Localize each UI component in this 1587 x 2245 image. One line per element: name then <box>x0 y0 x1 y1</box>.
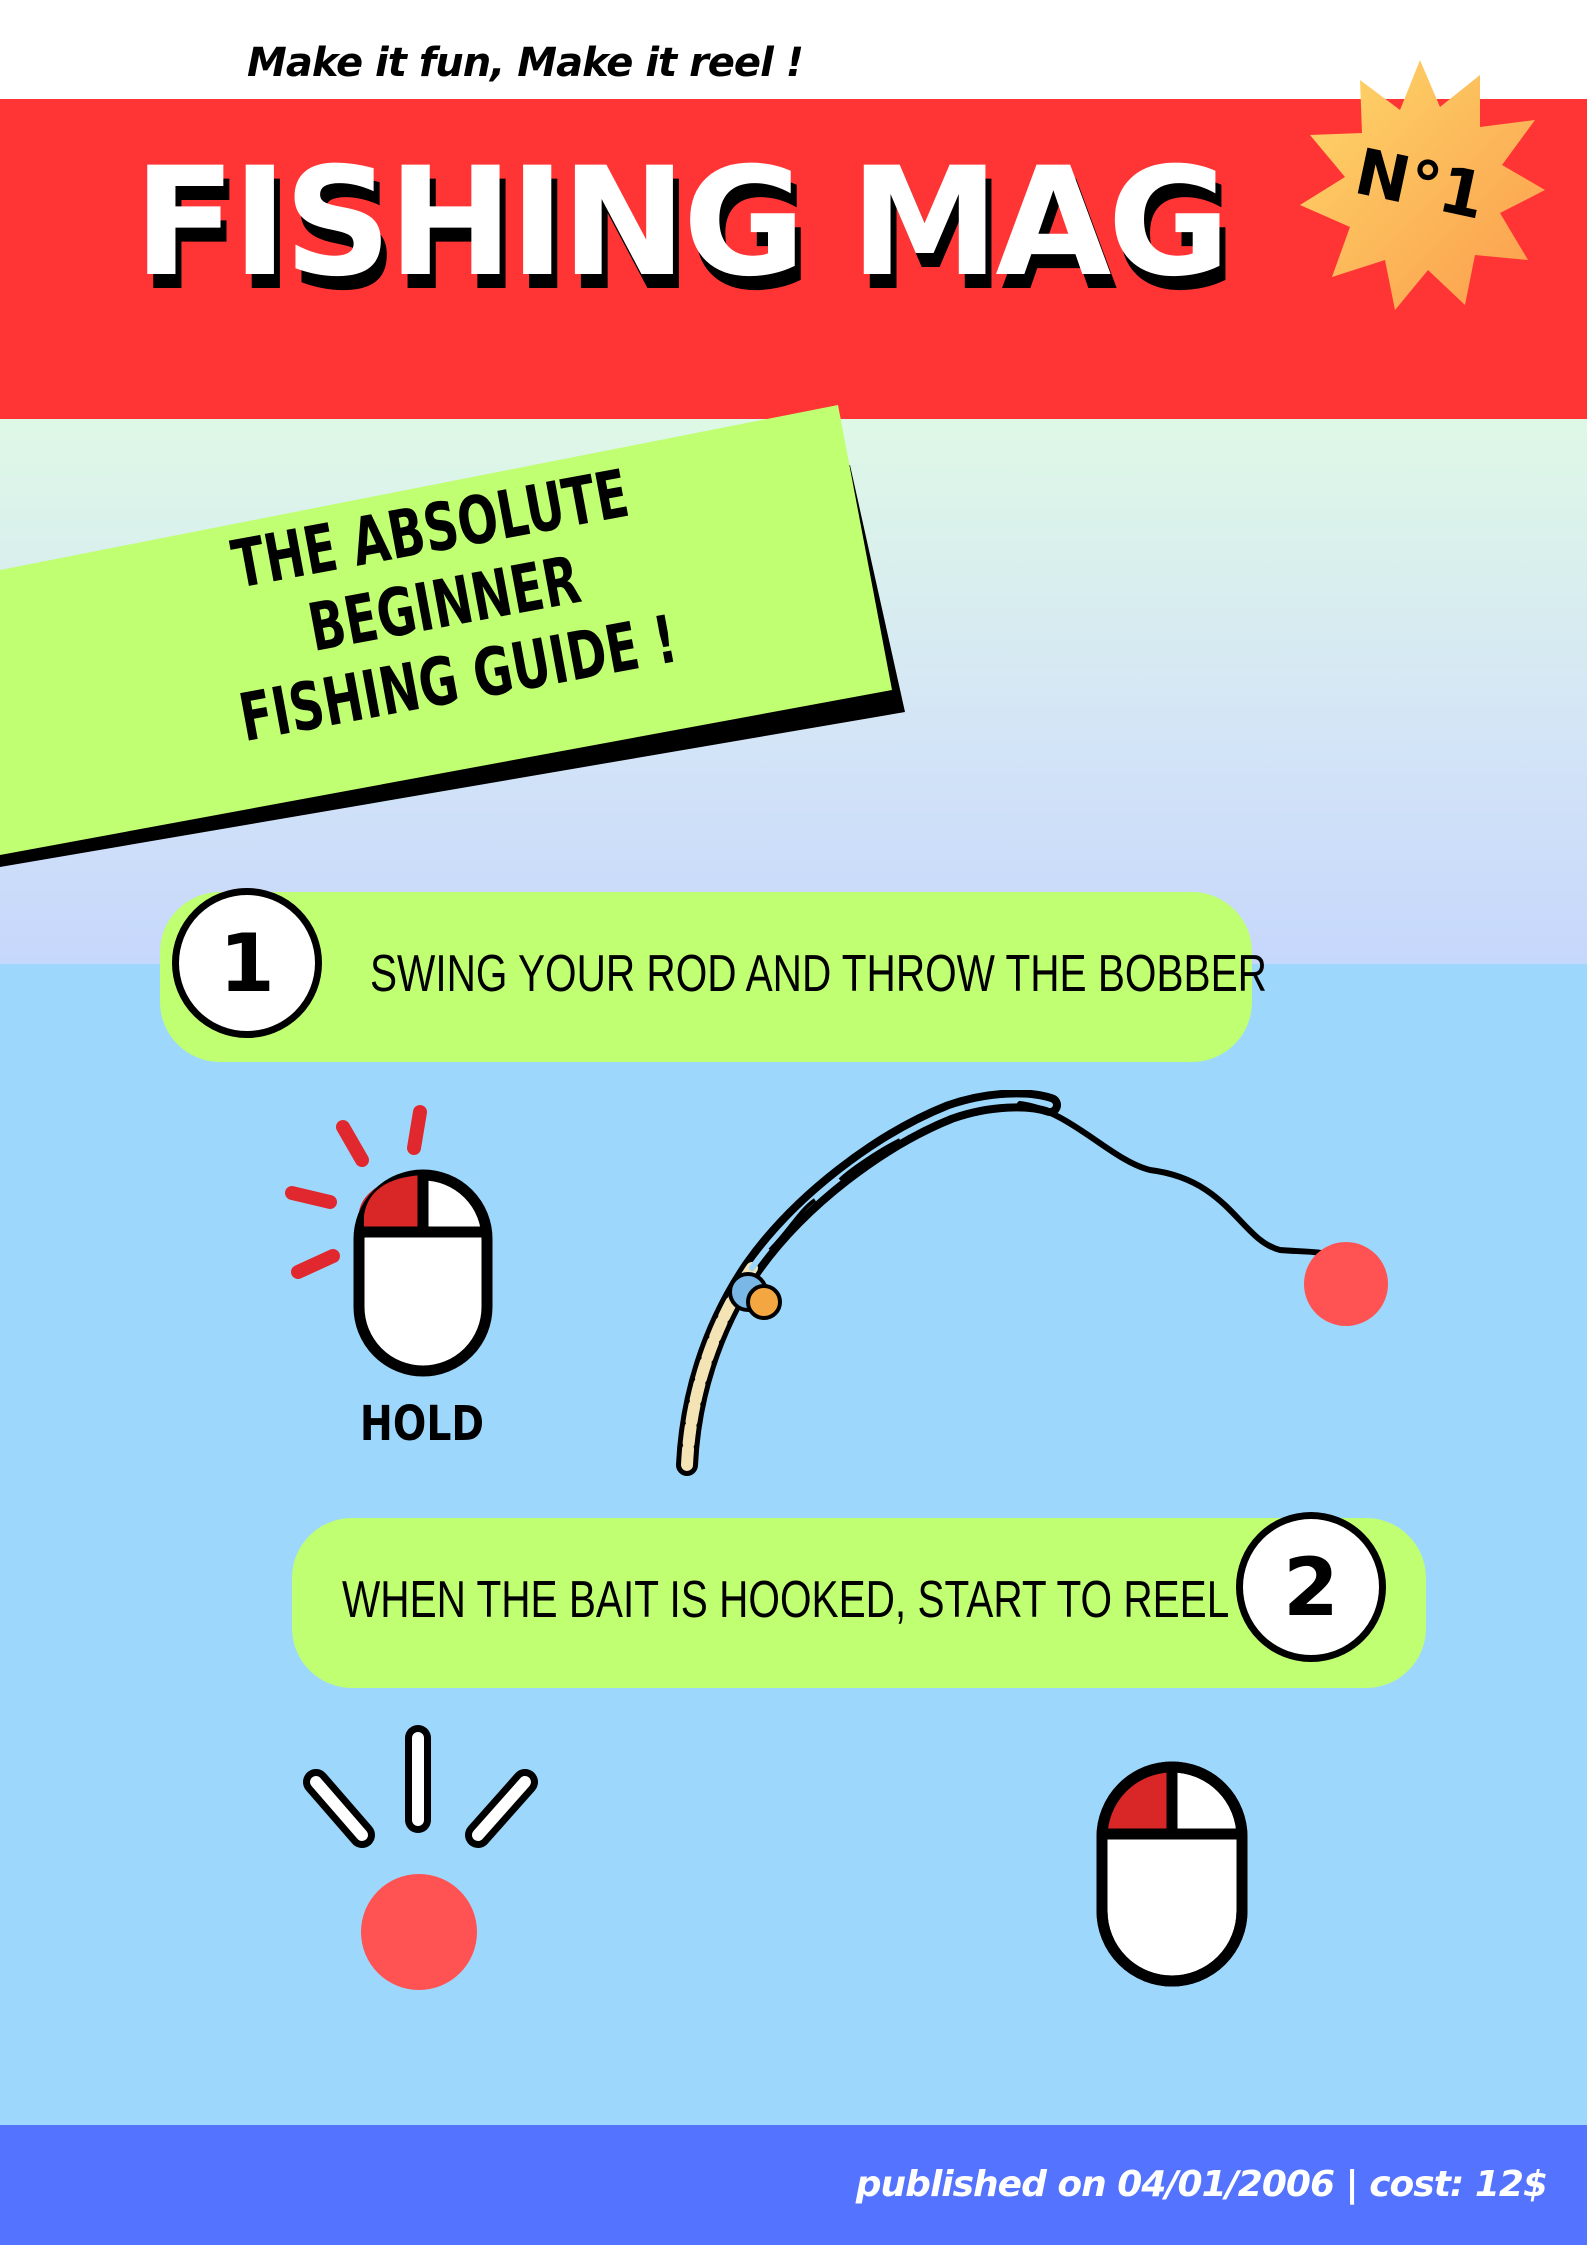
magazine-title: FISHING MAG <box>133 136 1230 310</box>
mouse-left-click-icon <box>1096 1761 1248 1987</box>
step-1-number: 1 <box>172 888 322 1038</box>
mouse-left-click-icon <box>285 1105 493 1377</box>
bobber-icon <box>1304 1242 1388 1326</box>
step-2-text: WHEN THE BAIT IS HOOKED, START TO REEL ! <box>342 1571 1251 1629</box>
step-2-number: 2 <box>1236 1512 1386 1662</box>
step-1-text: SWING YOUR ROD AND THROW THE BOBBER <box>370 945 1267 1003</box>
bobber-icon <box>361 1874 477 1990</box>
issue-number: N°1 <box>1348 135 1492 235</box>
bobber-splash-icon <box>303 1725 538 1990</box>
hold-label: HOLD <box>359 1396 485 1452</box>
footer-text: published on 04/01/2006 | cost: 12$ <box>855 2164 1548 2205</box>
tagline: Make it fun, Make it reel ! <box>247 40 804 86</box>
fishing-rod-icon <box>676 1090 1388 1476</box>
